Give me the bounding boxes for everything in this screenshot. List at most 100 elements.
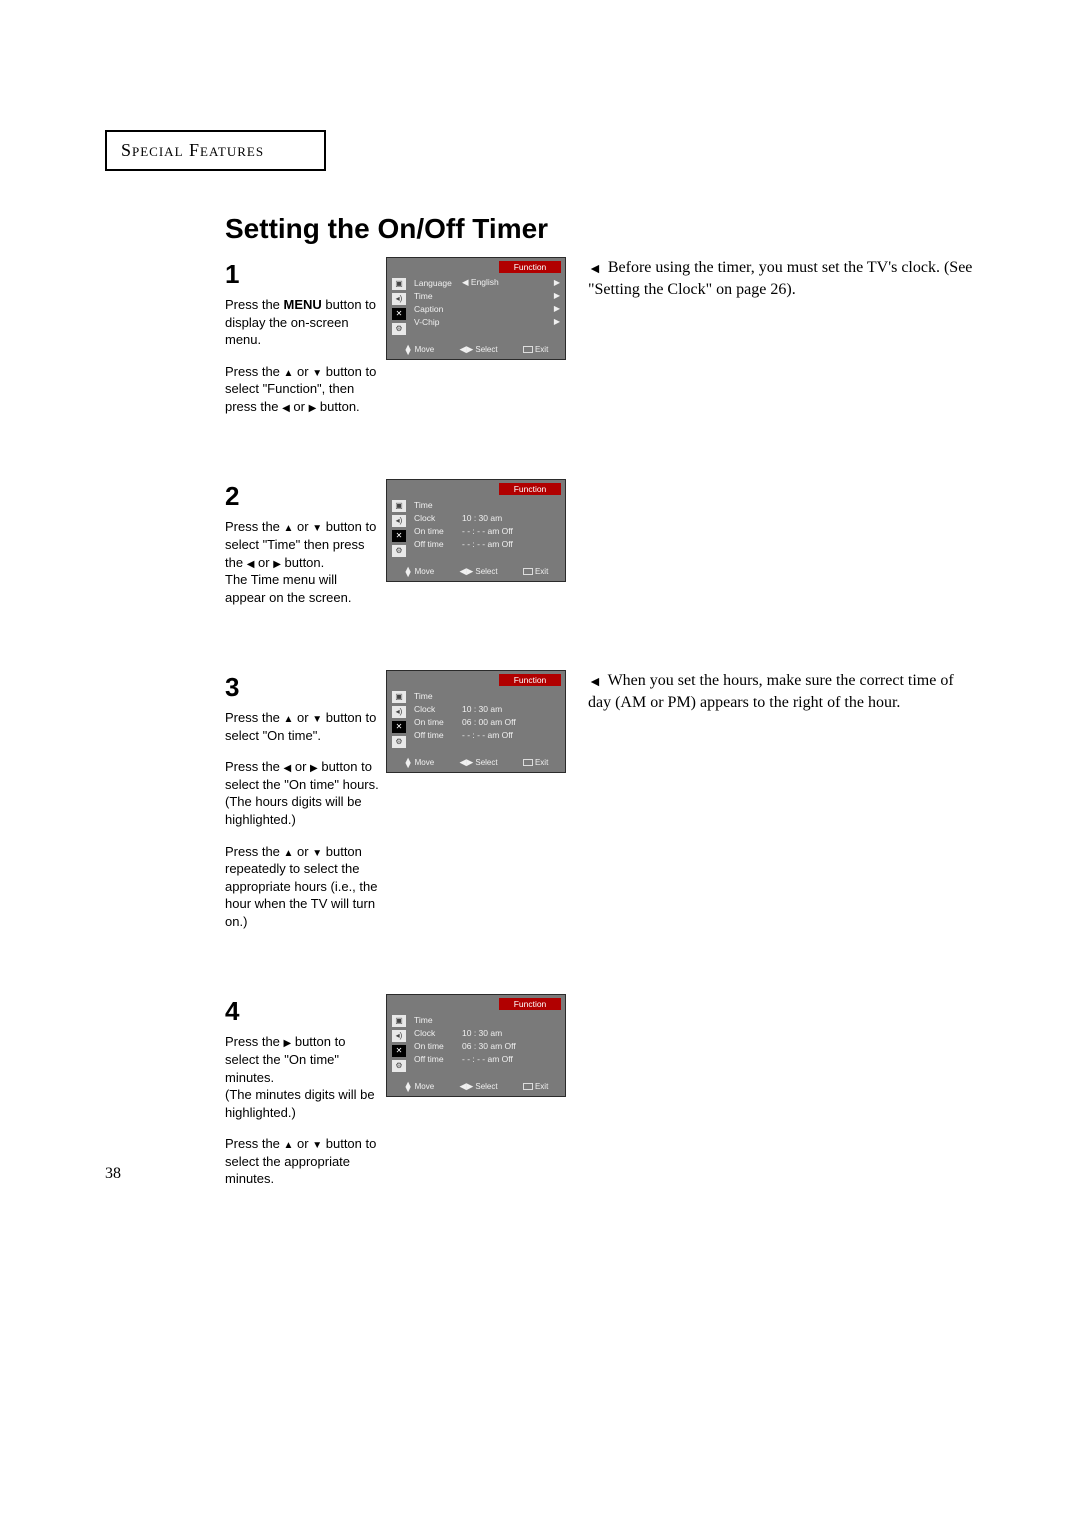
- chevron-right-icon: ▶: [554, 304, 560, 313]
- osd-row-value: 06 : 00 am Off: [462, 717, 560, 727]
- osd-select-hint: ◀▶ Select: [460, 566, 498, 577]
- step-paragraph: Press the ▲ or ▼ button to select "Funct…: [225, 363, 380, 416]
- osd-exit-hint: Exit: [523, 566, 548, 577]
- osd-category-icon: ✕: [392, 1045, 406, 1057]
- osd-row: Clock 10 : 30 am: [414, 511, 560, 524]
- section-header-text: Special Features: [121, 140, 264, 160]
- osd-row: On time 06 : 30 am Off: [414, 1039, 560, 1052]
- osd-row-label: Off time: [414, 1054, 462, 1064]
- osd-row-label: Time: [414, 500, 462, 510]
- note-arrow-icon: ◄: [588, 674, 602, 693]
- osd-screen: Function ▣◂)✕⚙ Language ◀ English ▶ Time…: [386, 257, 566, 360]
- osd-category-icon: ⚙: [392, 736, 406, 748]
- down-triangle-icon: ▼: [312, 847, 322, 861]
- osd-list: Time Clock 10 : 30 am On time 06 : 00 am…: [408, 689, 560, 751]
- step-instructions: 3Press the ▲ or ▼ button to select "On t…: [225, 670, 380, 944]
- side-note: ◄ When you set the hours, make sure the …: [588, 670, 975, 713]
- down-triangle-icon: ▼: [312, 522, 322, 536]
- osd-title: Function: [499, 261, 561, 273]
- down-triangle-icon: ▼: [312, 713, 322, 727]
- osd-row: Clock 10 : 30 am: [414, 1026, 560, 1039]
- osd-row-label: Clock: [414, 704, 462, 714]
- osd-exit-hint: Exit: [523, 1081, 548, 1092]
- osd-footer: ▲▼ Move ◀▶ Select Exit: [387, 563, 565, 581]
- down-triangle-icon: ▼: [312, 1139, 322, 1153]
- section-header: Special Features: [105, 130, 326, 171]
- osd-row-label: On time: [414, 1041, 462, 1051]
- osd-row: Clock 10 : 30 am: [414, 702, 560, 715]
- menu-icon: [523, 346, 533, 353]
- osd-category-icon: ◂): [392, 515, 406, 527]
- osd-icon-column: ▣◂)✕⚙: [392, 1013, 408, 1075]
- osd-row: On time 06 : 00 am Off: [414, 715, 560, 728]
- osd-row-label: Time: [414, 1015, 462, 1025]
- osd-row-value: - - : - - am Off: [462, 526, 560, 536]
- osd-screen: Function ▣◂)✕⚙ Time Clock 10 : 30 am On …: [386, 994, 566, 1097]
- osd-row-value: - - : - - am Off: [462, 539, 560, 549]
- menu-icon: [523, 759, 533, 766]
- right-triangle-icon: ▶: [310, 762, 318, 776]
- up-triangle-icon: ▲: [284, 847, 294, 861]
- osd-wrap: Function ▣◂)✕⚙ Language ◀ English ▶ Time…: [386, 257, 566, 360]
- osd-footer: ▲▼ Move ◀▶ Select Exit: [387, 341, 565, 359]
- osd-row: Off time - - : - - am Off: [414, 728, 560, 741]
- osd-wrap: Function ▣◂)✕⚙ Time Clock 10 : 30 am On …: [386, 479, 566, 582]
- step-row: 2Press the ▲ or ▼ button to select "Time…: [225, 479, 975, 620]
- osd-title: Function: [499, 483, 561, 495]
- osd-row: Language ◀ English ▶: [414, 276, 560, 289]
- osd-row-value: 10 : 30 am: [462, 513, 560, 523]
- osd-category-icon: ▣: [392, 278, 406, 290]
- step-paragraph: Press the ▲ or ▼ button to select "On ti…: [225, 709, 380, 744]
- left-triangle-icon: ◀: [282, 402, 290, 416]
- step-row: 4Press the ▶ button to select the "On ti…: [225, 994, 975, 1201]
- left-triangle-icon: ◀: [284, 762, 292, 776]
- osd-screen: Function ▣◂)✕⚙ Time Clock 10 : 30 am On …: [386, 670, 566, 773]
- osd-row: Time: [414, 1013, 560, 1026]
- osd-row-value: 10 : 30 am: [462, 704, 560, 714]
- osd-category-icon: ⚙: [392, 1060, 406, 1072]
- updown-icon: ▲▼: [404, 567, 413, 576]
- step-instructions: 4Press the ▶ button to select the "On ti…: [225, 994, 380, 1201]
- osd-category-icon: ✕: [392, 308, 406, 320]
- osd-title: Function: [499, 674, 561, 686]
- osd-move-hint: ▲▼ Move: [404, 757, 434, 768]
- osd-footer: ▲▼ Move ◀▶ Select Exit: [387, 754, 565, 772]
- osd-row: Off time - - : - - am Off: [414, 537, 560, 550]
- step-paragraph: Press the ▲ or ▼ button to select the ap…: [225, 1135, 380, 1188]
- page-title: Setting the On/Off Timer: [225, 213, 975, 245]
- osd-category-icon: ▣: [392, 691, 406, 703]
- right-triangle-icon: ▶: [309, 402, 317, 416]
- osd-row-label: V-Chip: [414, 317, 462, 327]
- updown-icon: ▲▼: [404, 758, 413, 767]
- osd-list: Language ◀ English ▶ Time ▶ Caption ▶ V-…: [408, 276, 560, 338]
- osd-row-value: ◀ English: [462, 277, 554, 288]
- left-triangle-icon: ◀: [247, 558, 255, 572]
- side-note: ◄ Before using the timer, you must set t…: [588, 257, 975, 300]
- chevron-right-icon: ▶: [554, 317, 560, 326]
- leftright-icon: ◀▶: [460, 757, 474, 768]
- osd-wrap: Function ▣◂)✕⚙ Time Clock 10 : 30 am On …: [386, 994, 566, 1097]
- leftright-icon: ◀▶: [460, 1081, 474, 1092]
- osd-select-hint: ◀▶ Select: [460, 1081, 498, 1092]
- osd-list: Time Clock 10 : 30 am On time - - : - - …: [408, 498, 560, 560]
- step-paragraph: Press the ▲ or ▼ button repeatedly to se…: [225, 843, 380, 931]
- osd-row: Off time - - : - - am Off: [414, 1052, 560, 1065]
- step-number: 4: [225, 994, 380, 1029]
- step-row: 3Press the ▲ or ▼ button to select "On t…: [225, 670, 975, 944]
- osd-footer: ▲▼ Move ◀▶ Select Exit: [387, 1078, 565, 1096]
- osd-row: On time - - : - - am Off: [414, 524, 560, 537]
- osd-icon-column: ▣◂)✕⚙: [392, 689, 408, 751]
- chevron-right-icon: ▶: [554, 291, 560, 300]
- osd-category-icon: ◂): [392, 706, 406, 718]
- osd-row-label: Off time: [414, 539, 462, 549]
- step-paragraph: Press the ▲ or ▼ button to select "Time"…: [225, 518, 380, 606]
- osd-category-icon: ◂): [392, 1030, 406, 1042]
- osd-exit-hint: Exit: [523, 757, 548, 768]
- osd-row-label: Off time: [414, 730, 462, 740]
- up-triangle-icon: ▲: [284, 713, 294, 727]
- osd-row: Time: [414, 498, 560, 511]
- osd-category-icon: ⚙: [392, 323, 406, 335]
- osd-row-label: Time: [414, 691, 462, 701]
- step-paragraph: Press the ◀ or ▶ button to select the "O…: [225, 758, 380, 828]
- osd-screen: Function ▣◂)✕⚙ Time Clock 10 : 30 am On …: [386, 479, 566, 582]
